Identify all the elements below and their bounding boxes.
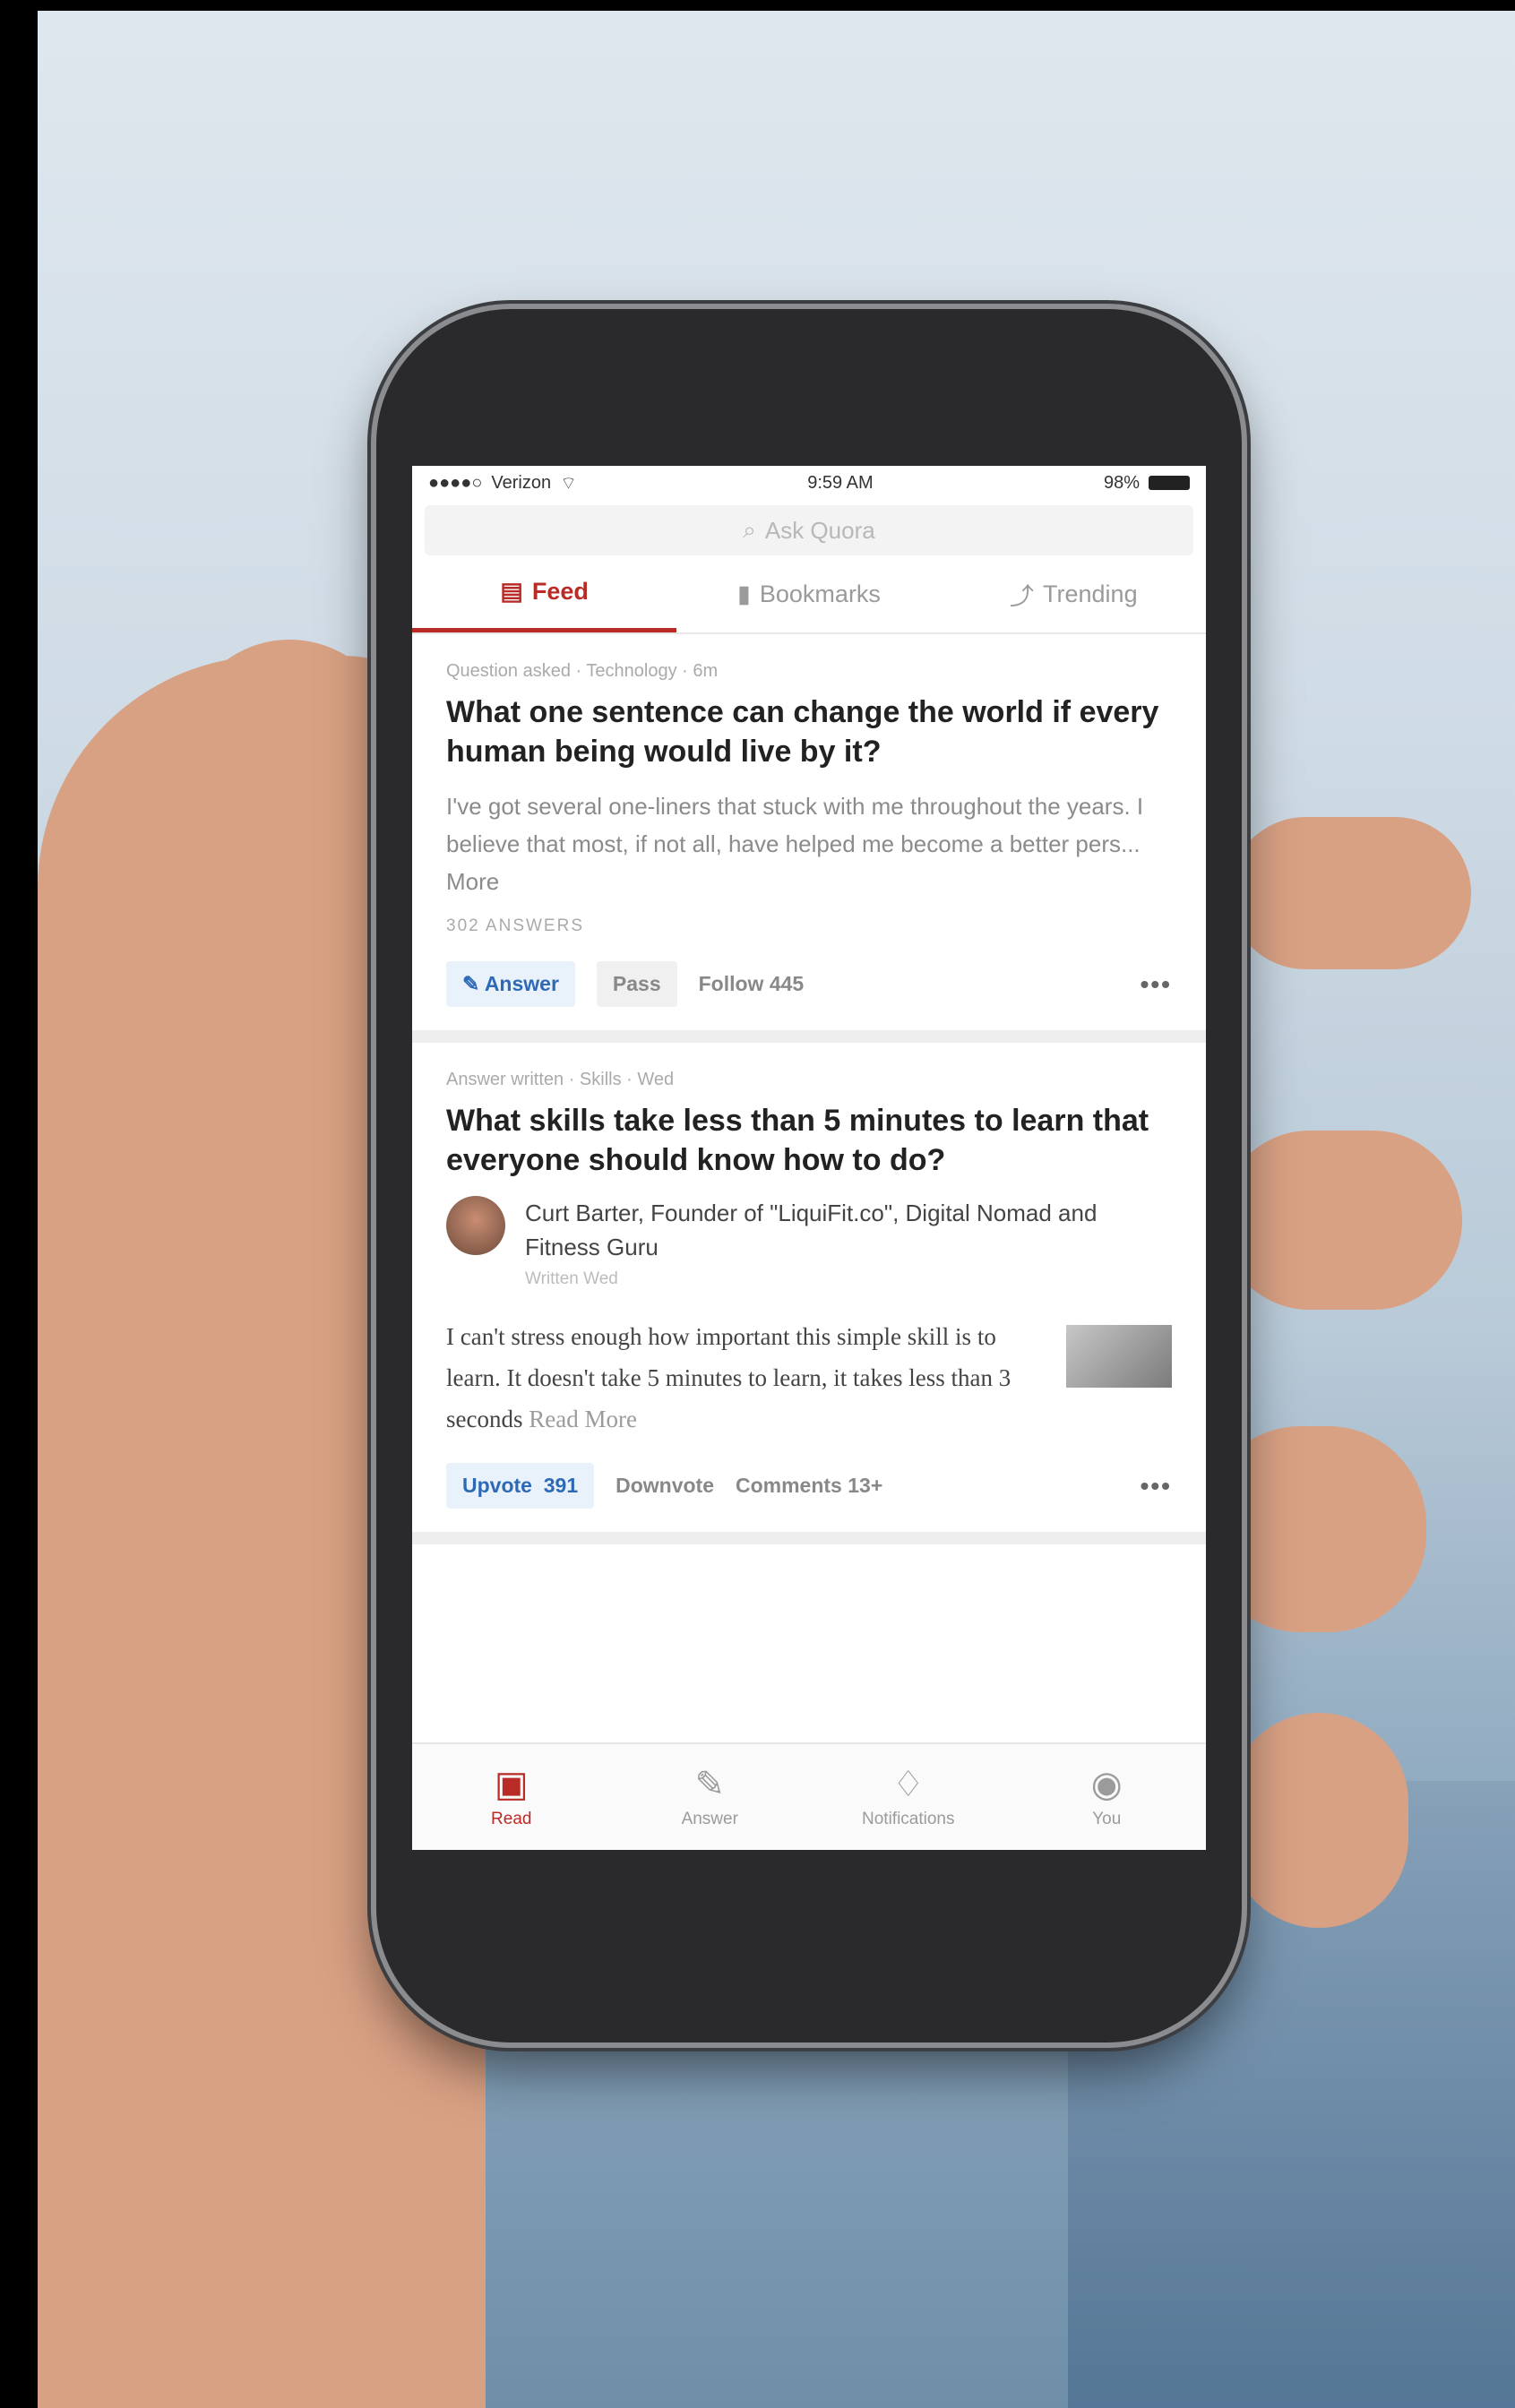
author-block[interactable]: Curt Barter, Founder of "LiquiFit.co", D…	[446, 1196, 1172, 1289]
answer-thumbnail[interactable]	[1066, 1325, 1172, 1388]
bookmark-icon: ▮	[737, 580, 751, 607]
comments-count: 13+	[848, 1474, 883, 1497]
battery-icon	[1148, 476, 1190, 490]
feed-icon: ▤	[500, 578, 523, 605]
more-options-icon[interactable]: •••	[1141, 970, 1172, 999]
follow-count: 445	[769, 972, 805, 995]
nav-notifications[interactable]: ♢ Notifications	[809, 1744, 1008, 1850]
trending-icon: ⤴	[1010, 582, 1035, 610]
comments-button[interactable]: Comments 13+	[736, 1474, 882, 1498]
question-title[interactable]: What one sentence can change the world i…	[446, 692, 1172, 771]
answer-actions: Upvote 391 Downvote Comments 13+ •••	[446, 1463, 1172, 1509]
read-icon: ▣	[494, 1765, 529, 1804]
pass-button[interactable]: Pass	[596, 961, 677, 1007]
edit-icon: ✎	[694, 1765, 725, 1804]
profile-icon: ◉	[1090, 1765, 1123, 1804]
answer-body[interactable]: I can't stress enough how important this…	[446, 1316, 1172, 1440]
finger	[1229, 1713, 1408, 1928]
nav-you[interactable]: ◉ You	[1008, 1744, 1207, 1850]
feed-tabs: ▤ Feed ▮ Bookmarks ⤴ Trending	[412, 555, 1206, 634]
wifi-icon: ⌔	[560, 473, 577, 494]
nav-label: Notifications	[862, 1810, 955, 1828]
tab-feed[interactable]: ▤ Feed	[412, 555, 677, 632]
tab-label: Trending	[1043, 580, 1138, 607]
answers-count: 302 ANSWERS	[446, 916, 584, 935]
signal-icon: ●●●●○	[428, 472, 483, 493]
follow-button[interactable]: Follow 445	[699, 972, 805, 996]
follow-label: Follow	[698, 972, 764, 995]
nav-read[interactable]: ▣ Read	[412, 1744, 611, 1850]
tab-label: Feed	[531, 578, 589, 605]
tab-bookmarks[interactable]: ▮ Bookmarks	[676, 555, 941, 632]
carrier: Verizon	[491, 472, 552, 493]
tab-label: Bookmarks	[759, 580, 881, 607]
nav-label: Read	[491, 1810, 532, 1828]
question-excerpt[interactable]: I've got several one-liners that stuck w…	[446, 787, 1172, 900]
upvote-button[interactable]: Upvote 391	[446, 1463, 595, 1509]
clock: 9:59 AM	[807, 472, 874, 493]
tab-trending[interactable]: ⤴ Trending	[942, 555, 1206, 632]
search-icon: ⌕	[743, 516, 756, 543]
more-options-icon[interactable]: •••	[1141, 1472, 1172, 1501]
answer-card: Answer written · Skills · Wed What skill…	[412, 1043, 1206, 1544]
card-meta: Question asked · Technology · 6m	[446, 661, 719, 681]
finger	[1229, 817, 1471, 969]
phone-screen: ●●●●○ Verizon ⌔ 9:59 AM 98% ⌕ Ask Quora ▤ F…	[412, 466, 1206, 1850]
question-actions: ✎ Answer Pass Follow 445 •••	[446, 961, 1172, 1007]
nav-label: Answer	[681, 1810, 738, 1828]
nav-answer[interactable]: ✎ Answer	[611, 1744, 810, 1850]
answer-label: Answer	[484, 972, 559, 995]
card-meta: Answer written · Skills · Wed	[446, 1070, 675, 1089]
upvote-label: Upvote	[462, 1474, 532, 1497]
comments-label: Comments	[736, 1474, 842, 1497]
search-placeholder: Ask Quora	[764, 516, 875, 544]
finger	[1220, 1131, 1462, 1310]
battery-percent: 98%	[1103, 472, 1140, 493]
avatar[interactable]	[446, 1196, 505, 1255]
read-more-link[interactable]: Read More	[529, 1406, 637, 1432]
question-title[interactable]: What skills take less than 5 minutes to …	[446, 1101, 1172, 1180]
nav-label: You	[1092, 1810, 1122, 1828]
bottom-navigation: ▣ Read ✎ Answer ♢ Notifications ◉ You	[412, 1742, 1206, 1850]
bell-icon: ♢	[891, 1765, 925, 1804]
answer-button[interactable]: ✎ Answer	[446, 961, 575, 1007]
author-written-date: Written Wed	[525, 1269, 618, 1288]
author-name[interactable]: Curt Barter, Founder of "LiquiFit.co", D…	[525, 1196, 1172, 1264]
question-card: Question asked · Technology · 6m What on…	[412, 634, 1206, 1043]
downvote-button[interactable]: Downvote	[615, 1474, 714, 1498]
upvote-count: 391	[543, 1474, 579, 1497]
status-bar: ●●●●○ Verizon ⌔ 9:59 AM 98%	[412, 466, 1206, 500]
search-input[interactable]: ⌕ Ask Quora	[425, 505, 1193, 555]
